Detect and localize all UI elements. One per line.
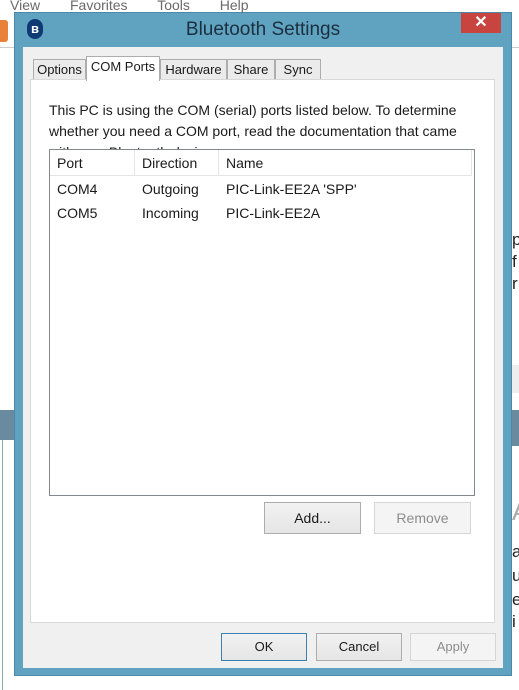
tab-sync[interactable]: Sync (275, 59, 321, 80)
cancel-button[interactable]: Cancel (316, 633, 402, 661)
background-text: r (512, 274, 518, 293)
menu-tools[interactable]: Tools (157, 0, 190, 13)
com-ports-list[interactable]: Port Direction Name COM4 Outgoing PIC-Li… (49, 149, 475, 496)
add-button[interactable]: Add... (264, 502, 361, 534)
tab-share[interactable]: Share (227, 59, 275, 80)
tab-options[interactable]: Options (33, 59, 86, 80)
menu-view[interactable]: View (10, 0, 40, 13)
background-text: A (512, 496, 519, 527)
apply-button[interactable]: Apply (410, 633, 496, 661)
tab-com-ports[interactable]: COM Ports (86, 56, 160, 81)
table-row[interactable]: COM5 Incoming PIC-Link-EE2A (50, 201, 472, 225)
dialog-client: Options COM Ports Hardware Share Sync Th… (23, 47, 503, 668)
background-text: a (512, 542, 519, 561)
remove-button[interactable]: Remove (374, 502, 471, 534)
menu-help[interactable]: Help (220, 0, 249, 13)
background-menu-bar: View Favorites Tools Help (10, 0, 275, 12)
background-text: i (512, 612, 516, 631)
bluetooth-settings-dialog: ʙ Bluetooth Settings ✕ Options COM Ports… (14, 12, 512, 676)
column-header-direction[interactable]: Direction (135, 150, 219, 176)
background-text: p (512, 230, 519, 249)
background-panel (512, 365, 519, 393)
background-panel-bar (0, 410, 14, 440)
dialog-title: Bluetooth Settings (185, 19, 341, 40)
direction-cell: Outgoing (142, 181, 199, 197)
background-text: f (512, 252, 517, 271)
table-row[interactable]: COM4 Outgoing PIC-Link-EE2A 'SPP' (50, 177, 472, 201)
tab-hardware[interactable]: Hardware (160, 59, 227, 80)
background-app-icon (0, 20, 8, 42)
com-ports-panel: This PC is using the COM (serial) ports … (30, 79, 495, 623)
background-divider (2, 440, 3, 690)
direction-cell: Incoming (142, 205, 199, 221)
port-cell: COM5 (57, 205, 98, 221)
name-cell: PIC-Link-EE2A (226, 205, 321, 221)
close-button[interactable]: ✕ (461, 13, 501, 33)
column-header-name[interactable]: Name (219, 150, 472, 176)
list-header: Port Direction Name (50, 150, 472, 176)
column-header-port[interactable]: Port (50, 150, 135, 176)
background-panel-bar (512, 410, 519, 446)
name-cell: PIC-Link-EE2A 'SPP' (226, 181, 357, 197)
background-text: e (512, 590, 519, 609)
menu-favorites[interactable]: Favorites (70, 0, 128, 13)
port-cell: COM4 (57, 181, 98, 197)
ok-button[interactable]: OK (221, 633, 307, 661)
background-text: u (512, 566, 519, 585)
